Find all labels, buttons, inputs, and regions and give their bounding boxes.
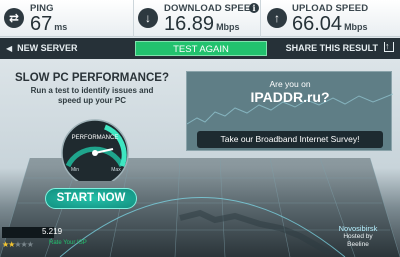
- gauge-max: Max: [111, 167, 121, 173]
- gauge-label: PERFORMANCE: [72, 135, 119, 141]
- server-city: Novosibirsk: [338, 224, 378, 233]
- main-stage: SLOW PC PERFORMANCE? Run a test to ident…: [0, 59, 400, 257]
- upload-stat: ↑ UPLOAD SPEED 66.04 Mbps: [262, 0, 400, 37]
- download-stat: ↓ DOWNLOAD SPEED i 16.89 Mbps: [133, 0, 261, 37]
- upload-value: 66.04 Mbps: [292, 13, 368, 35]
- ping-value: 67 ms: [30, 13, 68, 35]
- info-icon[interactable]: i: [249, 3, 259, 13]
- survey-cta-button[interactable]: Take our Broadband Internet Survey!: [197, 131, 383, 148]
- host-name: Beeline: [347, 241, 369, 248]
- survey-ad[interactable]: Are you on IPADDR.ru? Take our Broadband…: [186, 71, 393, 151]
- start-now-button[interactable]: START NOW: [45, 188, 137, 209]
- star-icon[interactable]: ★: [27, 240, 34, 249]
- ad-brand: IPADDR.ru?: [250, 89, 330, 105]
- isp-panel: 5.219 ★★★★★ Rate Your ISP: [2, 227, 92, 255]
- caret-left-icon: ◀: [6, 44, 13, 53]
- isp-rating-stars[interactable]: ★★★★★: [2, 240, 34, 249]
- share-result-button[interactable]: SHARE THIS RESULT: [286, 36, 394, 59]
- gauge-min: Min: [71, 167, 79, 173]
- ip-address: 5.219: [42, 227, 63, 236]
- server-host-info[interactable]: Novosibirsk Hosted by Beeline: [318, 224, 398, 256]
- hosted-by-label: Hosted by: [343, 233, 373, 240]
- promo-title: SLOW PC PERFORMANCE?: [15, 72, 169, 84]
- share-icon: [384, 36, 394, 57]
- upload-unit: Mbps: [344, 22, 368, 32]
- download-unit: Mbps: [216, 22, 240, 32]
- action-bar: ◀ NEW SERVER TEST AGAIN SHARE THIS RESULT: [0, 36, 400, 59]
- rate-isp-link[interactable]: Rate Your ISP: [49, 240, 87, 246]
- promo-subtitle: Run a test to identify issues and speed …: [30, 86, 154, 105]
- test-again-button[interactable]: TEST AGAIN: [135, 41, 267, 56]
- ad-question: Are you on: [269, 79, 311, 89]
- ping-icon: ⇄: [4, 8, 24, 28]
- stats-bar: ⇄ PING 67 ms ↓ DOWNLOAD SPEED i 16.89 Mbps…: [0, 0, 400, 37]
- download-arrow-icon: ↓: [138, 8, 158, 28]
- ping-unit: ms: [54, 22, 68, 32]
- ping-stat: ⇄ PING 67 ms: [0, 0, 130, 37]
- upload-arrow-icon: ↑: [267, 8, 287, 28]
- download-value: 16.89 Mbps: [164, 13, 240, 35]
- new-server-button[interactable]: ◀ NEW SERVER: [6, 38, 78, 59]
- performance-gauge[interactable]: PERFORMANCE Min Max: [50, 111, 140, 181]
